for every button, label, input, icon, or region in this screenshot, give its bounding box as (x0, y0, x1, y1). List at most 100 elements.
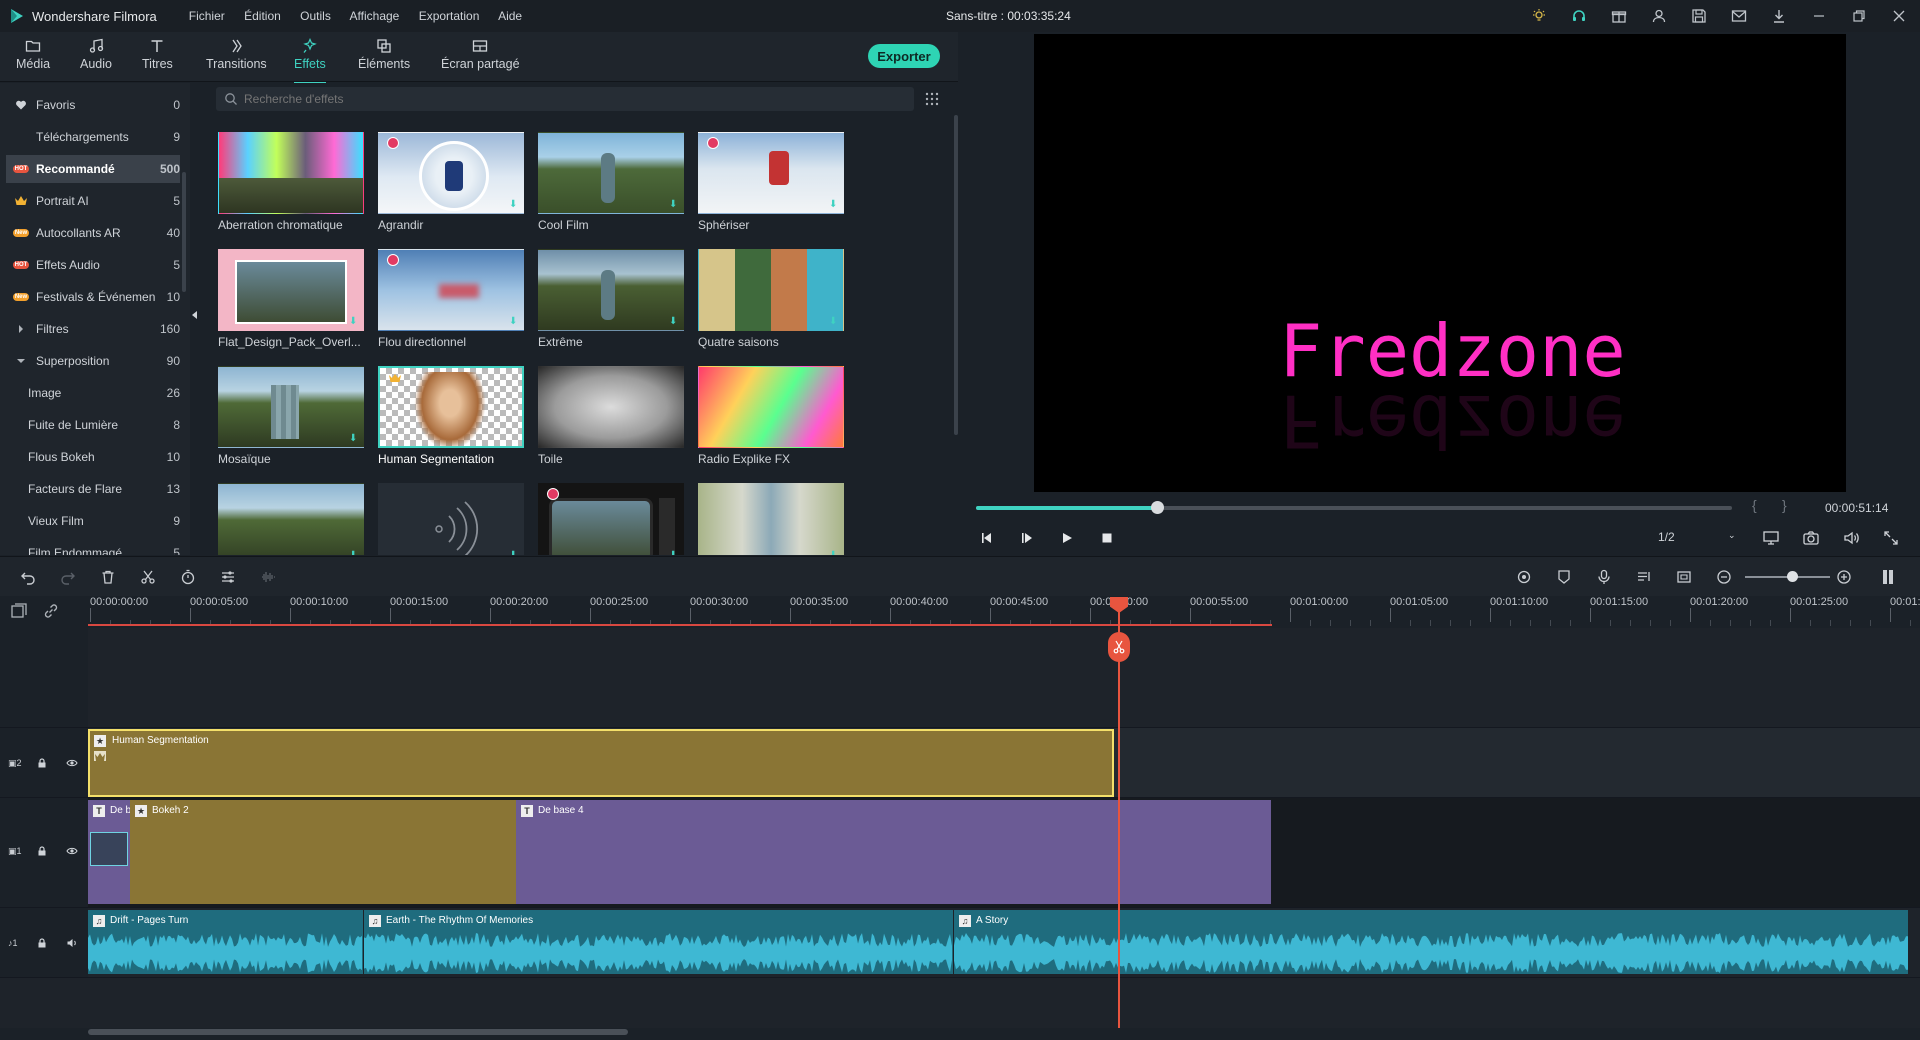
link-icon[interactable] (42, 602, 62, 622)
effect-card[interactable]: ⬇ (378, 483, 524, 555)
title-clip-de-base-4[interactable]: T De base 4 (516, 800, 1271, 904)
audio-clip-drift[interactable]: ♫ Drift - Pages Turn (88, 910, 363, 974)
mark-in-icon[interactable]: { (1752, 497, 1757, 513)
minimize-icon[interactable] (1808, 5, 1830, 27)
account-icon[interactable] (1648, 5, 1670, 27)
lock-icon[interactable] (36, 757, 48, 769)
effects-scrollbar[interactable] (954, 115, 958, 435)
voiceover-list-icon[interactable] (1634, 567, 1654, 587)
microphone-icon[interactable] (1594, 567, 1614, 587)
empty-lane[interactable] (88, 628, 1920, 728)
category-vieux-film[interactable]: Vieux Film 9 (22, 507, 180, 535)
download-icon[interactable]: ⬇ (829, 200, 839, 210)
effect-card[interactable]: ⬇ (538, 483, 684, 555)
effect-clip-human-segmentation[interactable]: ★ Human Segmentation (88, 729, 1114, 797)
play-forward-frame-icon[interactable] (1018, 529, 1036, 547)
category-superposition[interactable]: Superposition 90 (6, 347, 180, 375)
effect-card[interactable]: ⬇ Cool Film (538, 132, 684, 236)
playhead-line[interactable] (1118, 600, 1120, 1028)
category-recommande[interactable]: HOT Recommandé 500 (6, 155, 180, 183)
tab-effets[interactable]: Effets (294, 36, 326, 84)
play-icon[interactable] (1058, 529, 1076, 547)
add-track-icon[interactable] (10, 602, 30, 622)
category-favoris[interactable]: Favoris 0 (6, 91, 180, 119)
zoom-select[interactable]: 1/2 ⌄ (1658, 530, 1738, 548)
menu-affichage[interactable]: Affichage (350, 9, 400, 23)
effect-card[interactable]: ⬇ Mosaïque (218, 366, 364, 470)
save-icon[interactable] (1688, 5, 1710, 27)
stop-icon[interactable] (1098, 529, 1116, 547)
download-icon[interactable]: ⬇ (669, 317, 679, 327)
lock-icon[interactable] (36, 845, 48, 857)
effect-card-selected[interactable]: Human Segmentation (378, 366, 524, 470)
search-bar[interactable] (216, 87, 914, 111)
effect-card[interactable]: ⬇ (218, 483, 364, 555)
effect-card[interactable]: ⬇ Sphériser (698, 132, 844, 236)
category-festivals[interactable]: New Festivals & Événemen 10 (6, 283, 180, 311)
headset-icon[interactable] (1568, 5, 1590, 27)
menu-aide[interactable]: Aide (498, 9, 522, 23)
download-icon[interactable]: ⬇ (829, 551, 839, 556)
category-flous-bokeh[interactable]: Flous Bokeh 10 (22, 443, 180, 471)
mark-out-icon[interactable]: } (1782, 497, 1787, 513)
category-film-endommage[interactable]: Film Endommagé 5 (22, 539, 180, 555)
effect-card[interactable]: Aberration chromatique (218, 132, 364, 236)
playhead-scissor-icon[interactable] (1108, 632, 1130, 662)
download-icon[interactable]: ⬇ (349, 434, 359, 444)
effect-card[interactable]: ⬇ Quatre saisons (698, 249, 844, 353)
download-icon[interactable]: ⬇ (829, 317, 839, 327)
monitor-icon[interactable] (1762, 529, 1780, 547)
volume-icon[interactable] (1842, 529, 1860, 547)
effect-card[interactable]: ⬇ Agrandir (378, 132, 524, 236)
speed-timer-icon[interactable] (178, 567, 198, 587)
download-icon[interactable]: ⬇ (509, 317, 519, 327)
download-icon[interactable]: ⬇ (669, 200, 679, 210)
effect-card[interactable]: ⬇ Flat_Design_Pack_Overl... (218, 249, 364, 353)
collapse-panel-arrow-icon[interactable] (190, 310, 202, 324)
lane-video1[interactable]: T De b ★ Bokeh 2 T De base 4 (88, 798, 1920, 908)
undo-icon[interactable] (18, 567, 38, 587)
lock-icon[interactable] (36, 937, 48, 949)
zoom-out-icon[interactable] (1714, 567, 1734, 587)
menu-outils[interactable]: Outils (300, 9, 331, 23)
zoom-in-icon[interactable] (1834, 567, 1854, 587)
menu-fichier[interactable]: Fichier (189, 9, 225, 23)
effect-card[interactable]: Toile (538, 366, 684, 470)
download-icon[interactable]: ⬇ (349, 317, 359, 327)
effect-card[interactable]: Radio Explike FX (698, 366, 844, 470)
timeline-horizontal-scrollbar[interactable] (88, 1029, 628, 1035)
lane-audio1[interactable]: ♫ Drift - Pages Turn ♫ Earth - The Rhyth… (88, 908, 1920, 978)
tab-ecran-partage[interactable]: Écran partagé (441, 36, 520, 80)
category-autocollants-ar[interactable]: New Autocollants AR 40 (6, 219, 180, 247)
tab-transitions[interactable]: Transitions (206, 36, 267, 80)
gift-icon[interactable] (1608, 5, 1630, 27)
download-icon[interactable] (1768, 5, 1790, 27)
marker-shield-icon[interactable] (1554, 567, 1574, 587)
timeline-zoom-handle[interactable] (1787, 571, 1798, 582)
seek-bar[interactable] (976, 501, 1732, 514)
download-icon[interactable]: ⬇ (509, 200, 519, 210)
speaker-icon[interactable] (66, 937, 78, 949)
scissors-icon[interactable] (138, 567, 158, 587)
menu-exportation[interactable]: Exportation (419, 9, 480, 23)
grid-view-icon[interactable] (924, 91, 940, 107)
effect-card[interactable]: ⬇ Extrême (538, 249, 684, 353)
audio-clip-earth[interactable]: ♫ Earth - The Rhythm Of Memories (364, 910, 953, 974)
category-image[interactable]: Image 26 (22, 379, 180, 407)
tab-titres[interactable]: Titres (142, 36, 173, 80)
category-facteurs-de-flare[interactable]: Facteurs de Flare 13 (22, 475, 180, 503)
adjust-sliders-icon[interactable] (218, 567, 238, 587)
step-back-icon[interactable] (978, 529, 996, 547)
camera-icon[interactable] (1802, 529, 1820, 547)
download-icon[interactable]: ⬇ (349, 551, 359, 556)
redo-icon[interactable] (58, 567, 78, 587)
category-effets-audio[interactable]: HOT Effets Audio 5 (6, 251, 180, 279)
eye-icon[interactable] (66, 845, 78, 857)
lightbulb-icon[interactable] (1528, 5, 1550, 27)
delete-icon[interactable] (98, 567, 118, 587)
tab-media[interactable]: Média (16, 36, 50, 80)
title-clip-de-base[interactable]: T De b (88, 800, 130, 904)
effect-clip-bokeh-2[interactable]: ★ Bokeh 2 (130, 800, 516, 904)
category-fuite-de-lumiere[interactable]: Fuite de Lumière 8 (22, 411, 180, 439)
restore-icon[interactable] (1848, 5, 1870, 27)
